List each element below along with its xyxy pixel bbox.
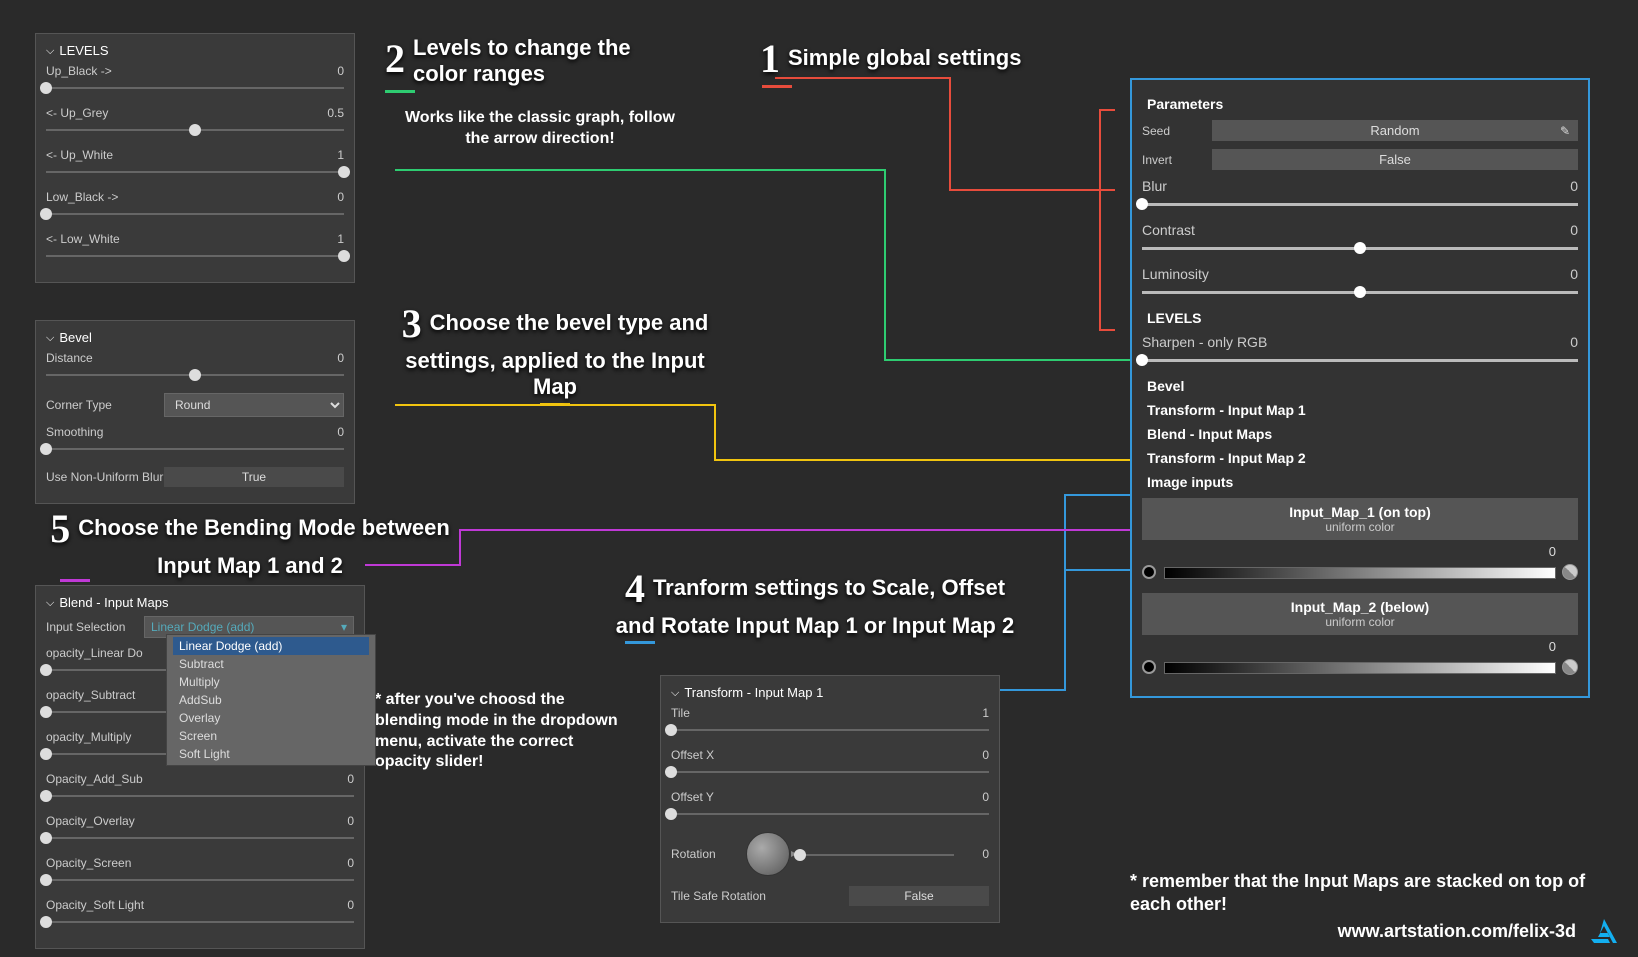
annotation-2: 2Levels to change the color ranges [385,35,685,93]
rotation-knob[interactable] [746,832,790,876]
parameters-header[interactable]: Parameters [1142,96,1578,112]
levels-slider[interactable] [46,250,344,264]
image-inputs-header[interactable]: Image inputs [1142,474,1578,490]
offsetx-slider[interactable] [671,766,989,780]
nub-value[interactable]: True [164,467,344,487]
artstation-url: www.artstation.com/felix-3d [1338,921,1576,942]
seed-button[interactable]: Random✎ [1212,120,1578,141]
chevron-down-icon [671,684,679,700]
parameters-panel: Parameters Seed Random✎ Invert False Blu… [1130,78,1590,698]
smoothing-slider[interactable] [46,443,344,457]
opacity-slider[interactable] [46,790,354,804]
input-map-1[interactable]: Input_Map_1 (on top) uniform color [1142,498,1578,540]
levels-slider[interactable] [46,82,344,96]
blend-option[interactable]: AddSub [173,691,369,709]
transform-header[interactable]: Transform - Input Map 1 [671,684,989,700]
luminosity-slider[interactable] [1142,286,1578,300]
opacity-slider[interactable] [46,874,354,888]
annotation-2-sub: Works like the classic graph, follow the… [395,108,685,150]
offsety-slider[interactable] [671,808,989,822]
footer: www.artstation.com/felix-3d [1338,915,1620,947]
edit-icon: ✎ [1560,124,1570,138]
tile-slider[interactable] [671,724,989,738]
blend-option[interactable]: Soft Light [173,745,369,763]
blend-option[interactable]: Linear Dodge (add) [173,637,369,655]
bevel-header[interactable]: Bevel [46,329,344,345]
rotation-slider[interactable] [800,849,954,863]
levels-slider[interactable] [46,208,344,222]
blend-dropdown-open: Linear Dodge (add)SubtractMultiplyAddSub… [166,634,376,766]
artstation-logo-icon [1588,915,1620,947]
annotation-3: 3Choose the bevel type and settings, app… [385,300,725,406]
input-map-2-color[interactable] [1142,658,1578,678]
invert-button[interactable]: False [1212,149,1578,170]
corner-type-select[interactable]: Round [164,393,344,417]
blend-option[interactable]: Overlay [173,709,369,727]
levels-panel: LEVELS Up_Black ->0 <- Up_Grey0.5 <- Up_… [35,33,355,283]
opacity-slider[interactable] [46,832,354,846]
blend-option[interactable]: Subtract [173,655,369,673]
blend-option[interactable]: Multiply [173,673,369,691]
blend-header[interactable]: Blend - Input Maps [46,594,354,610]
annotation-4: 4Tranform settings to Scale, Offset and … [605,565,1025,644]
annotation-1: 1Simple global settings [760,35,1021,88]
levels-slider[interactable] [46,166,344,180]
levels-section-header[interactable]: LEVELS [1142,310,1578,326]
input-map-2[interactable]: Input_Map_2 (below) uniform color [1142,593,1578,635]
sharpen-slider[interactable] [1142,354,1578,368]
transform1-section-header[interactable]: Transform - Input Map 1 [1142,402,1578,418]
contrast-slider[interactable] [1142,242,1578,256]
stacking-note: * remember that the Input Maps are stack… [1130,870,1600,917]
chevron-down-icon [46,594,54,610]
transform2-section-header[interactable]: Transform - Input Map 2 [1142,450,1578,466]
annotation-5: 5Choose the Bending Mode between Input M… [50,505,450,582]
chevron-down-icon [46,42,54,58]
annotation-5-sub: * after you've choosd the blending mode … [375,690,625,773]
blend-option[interactable]: Screen [173,727,369,745]
bevel-panel: Bevel Distance0 Corner Type Round Smooth… [35,320,355,504]
levels-header[interactable]: LEVELS [46,42,344,58]
input-map-1-color[interactable] [1142,563,1578,583]
tsr-value[interactable]: False [849,886,989,906]
transform-panel: Transform - Input Map 1 Tile1 Offset X0 … [660,675,1000,923]
distance-slider[interactable] [46,369,344,383]
levels-slider[interactable] [46,124,344,138]
chevron-down-icon [46,329,54,345]
bevel-section-header[interactable]: Bevel [1142,378,1578,394]
opacity-slider[interactable] [46,916,354,930]
blur-slider[interactable] [1142,198,1578,212]
blend-panel: Blend - Input Maps Input Selection Linea… [35,585,365,949]
blend-section-header[interactable]: Blend - Input Maps [1142,426,1578,442]
